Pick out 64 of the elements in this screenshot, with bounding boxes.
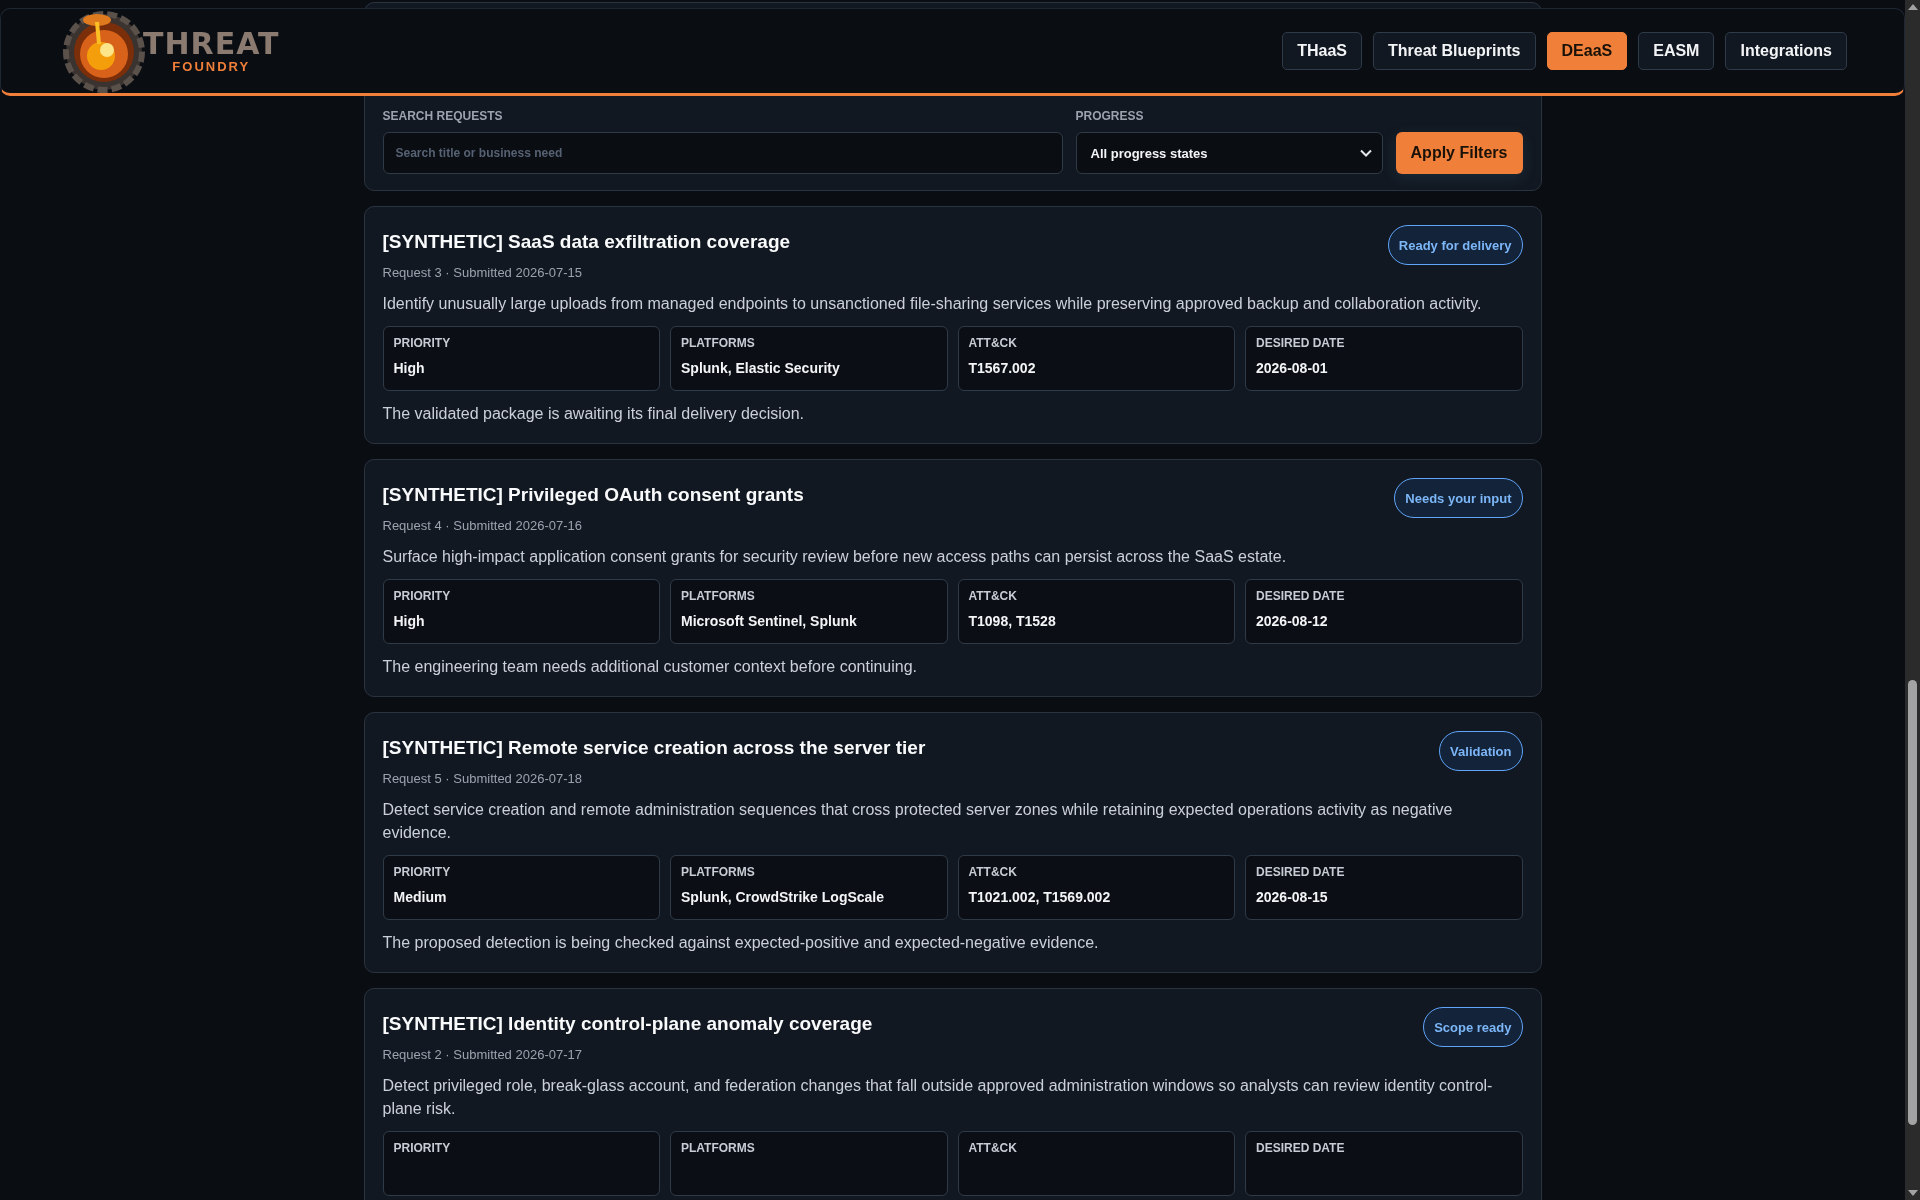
field-label: PRIORITY	[393, 589, 451, 603]
field-value: High	[393, 360, 425, 376]
nav-tab[interactable]: Threat Blueprints	[1373, 32, 1536, 70]
status-note: The engineering team needs additional customer context before continuing.	[382, 658, 919, 676]
request-title: [SYNTHETIC] Remote service creation across the server tier	[382, 736, 926, 760]
field-label: DESIRED DATE	[1256, 589, 1345, 603]
request-title: [SYNTHETIC] Identity control-plane anomaly coverage	[382, 1012, 873, 1036]
chevron-down-icon	[1359, 149, 1372, 157]
field-value: 2026-08-01	[1256, 360, 1328, 376]
progress-select[interactable]: All progress states	[1075, 132, 1383, 174]
logo-wordmark: THREAT	[143, 28, 280, 59]
field-label: ATT&CK	[968, 1141, 1017, 1155]
search-label: SEARCH REQUESTS	[382, 109, 504, 123]
field-label: PLATFORMS	[681, 589, 755, 603]
field-label: ATT&CK	[968, 336, 1017, 350]
status-note: The proposed detection is being checked against expected-positive and expected-negative evidence.	[382, 934, 1100, 952]
field-label: PLATFORMS	[681, 865, 755, 879]
request-title: [SYNTHETIC] Privileged OAuth consent grants	[382, 483, 804, 507]
request-meta: Request 4 · Submitted 2026-07-16	[382, 518, 583, 533]
field-label: DESIRED DATE	[1256, 1141, 1345, 1155]
status-badge: Validation	[1439, 731, 1523, 771]
field-label: PRIORITY	[393, 865, 451, 879]
field-label: DESIRED DATE	[1256, 336, 1345, 350]
request-description: Identify unusually large uploads from managed endpoints to unsanctioned file-sharing services while preserving approved backup and collaboration activity.	[382, 294, 1483, 314]
request-meta: Request 5 · Submitted 2026-07-18	[382, 771, 583, 786]
search-field[interactable]: Search title or business need	[382, 132, 1063, 174]
field-label: PLATFORMS	[681, 1141, 755, 1155]
field-value: Microsoft Sentinel, Splunk	[681, 613, 857, 629]
status-badge: Ready for delivery	[1387, 225, 1523, 265]
scroll-up-icon[interactable]	[1907, 4, 1918, 10]
field-label: PRIORITY	[393, 1141, 451, 1155]
status-badge: Scope ready	[1423, 1007, 1523, 1047]
request-description: Detect privileged role, break-glass account, and federation changes that fall outside approved administration windows so analysts can review identity control-plane risk.	[382, 1076, 1494, 1119]
status-note: The validated package is awaiting its final delivery decision.	[382, 405, 806, 423]
nav-tab[interactable]: DEaaS	[1546, 32, 1628, 70]
apply-filters-button[interactable]: Apply Filters	[1395, 132, 1523, 174]
request-description: Detect service creation and remote administration sequences that cross protected server zones while retaining expected operations activity as negative evidence.	[382, 800, 1454, 843]
field-value: T1567.002	[968, 360, 1036, 376]
field-value: Splunk, Elastic Security	[681, 360, 840, 376]
nav-tab[interactable]: Integrations	[1725, 32, 1847, 70]
field-label: ATT&CK	[968, 865, 1017, 879]
scroll-down-icon[interactable]	[1907, 1190, 1918, 1196]
field-value: Medium	[393, 889, 447, 905]
request-description: Surface high-impact application consent grants for security review before new access paths can persist across the SaaS estate.	[382, 547, 1288, 567]
field-value: High	[393, 613, 425, 629]
field-value: 2026-08-12	[1256, 613, 1328, 629]
status-badge: Needs your input	[1394, 478, 1523, 518]
nav-tab[interactable]: THaaS	[1282, 32, 1363, 70]
request-meta: Request 3 · Submitted 2026-07-15	[382, 265, 583, 280]
request-title: [SYNTHETIC] SaaS data exfiltration coverage	[382, 230, 791, 254]
field-label: ATT&CK	[968, 589, 1017, 603]
scrollbar[interactable]	[1905, 0, 1920, 1200]
field-value: 2026-08-15	[1256, 889, 1328, 905]
scroll-thumb[interactable]	[1908, 680, 1917, 1125]
field-value: T1098, T1528	[968, 613, 1056, 629]
progress-label: PROGRESS	[1075, 109, 1145, 123]
nav-tab[interactable]: EASM	[1638, 32, 1715, 70]
field-value: Splunk, CrowdStrike LogScale	[681, 889, 885, 905]
field-value: T1021.002, T1569.002	[968, 889, 1111, 905]
logo-subtitle: FOUNDRY	[172, 58, 251, 74]
field-label: DESIRED DATE	[1256, 865, 1345, 879]
field-label: PLATFORMS	[681, 336, 755, 350]
field-label: PRIORITY	[393, 336, 451, 350]
request-meta: Request 2 · Submitted 2026-07-17	[382, 1047, 583, 1062]
